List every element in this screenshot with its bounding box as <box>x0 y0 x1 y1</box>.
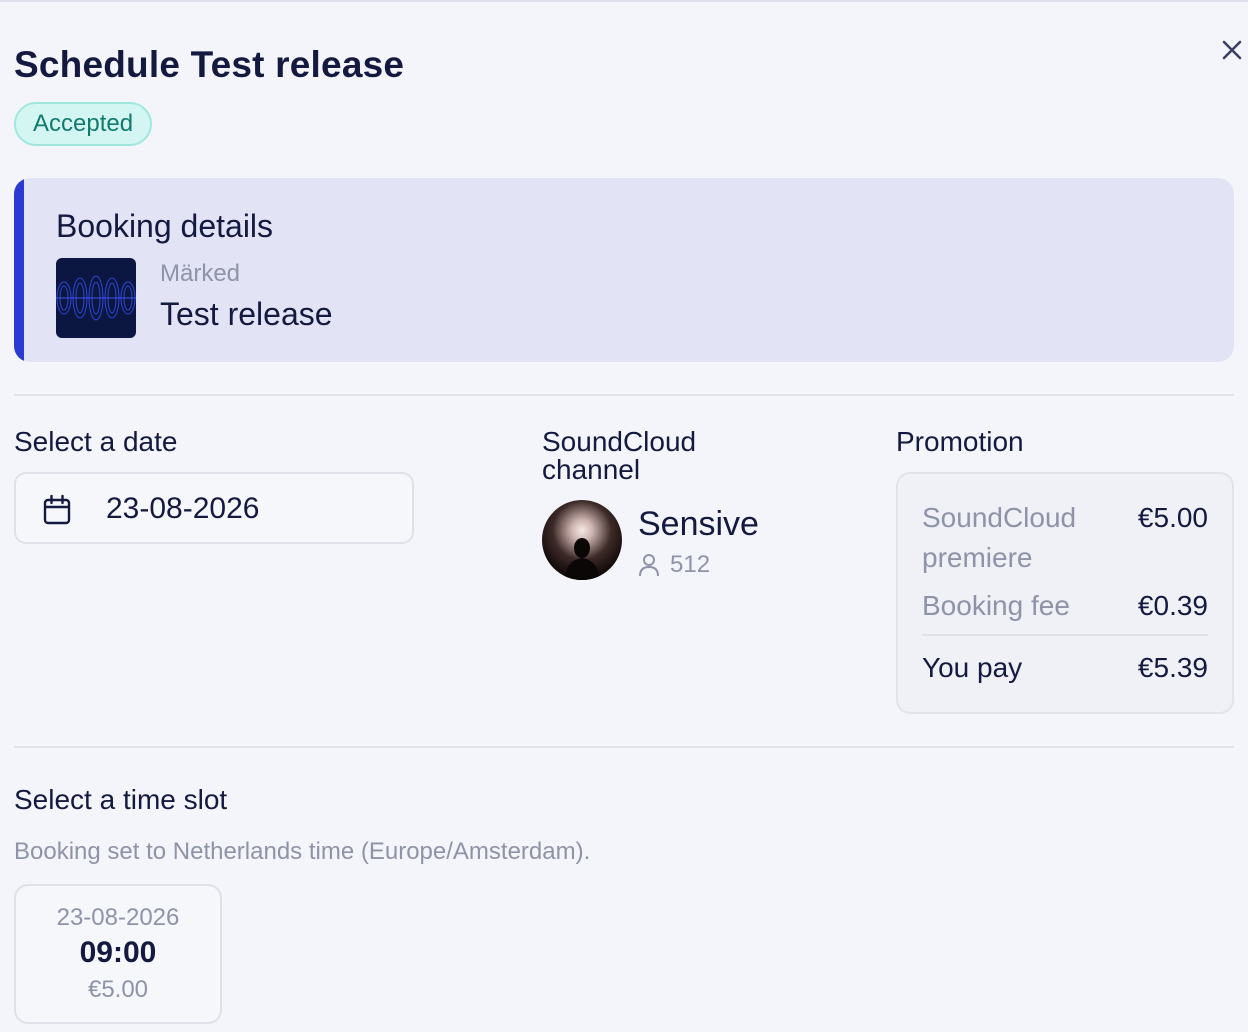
promotion-summary: SoundCloud premiere €5.00 Booking fee €0… <box>896 472 1234 714</box>
fee-amount: €0.39 <box>1137 590 1208 621</box>
waveform-artwork-icon <box>56 275 136 321</box>
promotion-divider <box>922 634 1208 636</box>
channel-name: Sensive <box>638 505 759 543</box>
total-amount: €5.39 <box>1137 652 1208 683</box>
channel-label-line1: SoundCloud <box>542 426 697 457</box>
premiere-label: SoundCloud premiere <box>922 498 1076 578</box>
card-accent-bar <box>14 178 24 362</box>
slot-date: 23-08-2026 <box>56 904 180 931</box>
channel-label: SoundCloud channel <box>542 428 696 484</box>
select-date-label: Select a date <box>14 426 178 457</box>
booking-details-heading: Booking details <box>56 208 274 244</box>
slot-time: 09:00 <box>79 936 157 969</box>
release-artist: Märked <box>160 260 241 287</box>
promotion-line-fee: Booking fee €0.39 <box>922 586 1208 626</box>
select-time-slot-label: Select a time slot <box>14 784 228 815</box>
premiere-amount: €5.00 <box>1137 502 1208 533</box>
total-label: You pay <box>922 652 1023 683</box>
page-title: Schedule Test release <box>14 44 405 85</box>
release-artwork <box>56 258 136 338</box>
top-border <box>0 0 1248 2</box>
release-title: Test release <box>160 296 333 332</box>
fee-label: Booking fee <box>922 590 1070 621</box>
timezone-note: Booking set to Netherlands time (Europe/… <box>14 838 591 865</box>
close-icon <box>1222 40 1242 60</box>
follower-count: 512 <box>638 551 710 579</box>
premiere-label-line2: premiere <box>922 542 1033 573</box>
premiere-label-line1: SoundCloud <box>922 502 1077 533</box>
booking-details-card: Booking details Märked Test release <box>14 178 1234 362</box>
calendar-icon <box>43 494 71 525</box>
channel-label-line2: channel <box>542 454 641 485</box>
avatar-silhouette <box>564 538 600 580</box>
time-slot-card[interactable]: 23-08-2026 09:00 €5.00 <box>14 884 222 1024</box>
promotion-label: Promotion <box>896 426 1024 457</box>
status-badge: Accepted <box>14 102 153 146</box>
promotion-line-premiere: SoundCloud premiere €5.00 <box>922 498 1208 578</box>
follower-count-value: 512 <box>670 551 711 578</box>
section-divider <box>14 746 1234 748</box>
user-icon <box>639 554 659 577</box>
channel-avatar <box>542 500 622 580</box>
promotion-total: You pay €5.39 <box>922 648 1208 688</box>
date-picker-input[interactable]: 23-08-2026 <box>14 472 414 544</box>
close-button[interactable] <box>1216 34 1248 66</box>
section-divider <box>14 394 1234 396</box>
slot-price: €5.00 <box>87 976 149 1003</box>
date-value: 23-08-2026 <box>106 492 260 525</box>
